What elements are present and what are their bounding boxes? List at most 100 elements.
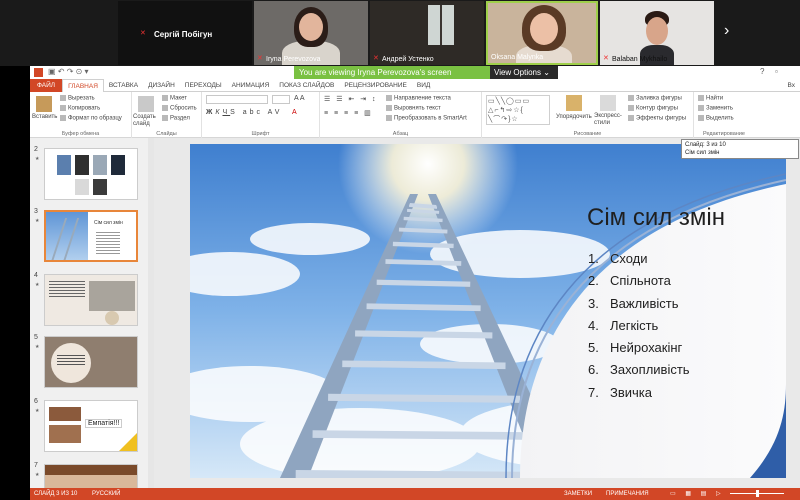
star-icon: ★ xyxy=(35,408,40,414)
tab-view[interactable]: ВИД xyxy=(412,79,435,92)
slide-counter: СЛАЙД 3 ИЗ 10 xyxy=(34,491,78,497)
arrange-icon xyxy=(566,95,582,111)
group-label: Шрифт xyxy=(251,131,270,137)
font-name-field[interactable] xyxy=(206,95,268,104)
slide-thumbnail-selected[interactable]: Сім сил змін xyxy=(44,210,138,262)
font-color-icon[interactable]: A xyxy=(292,109,297,116)
font-size-field[interactable] xyxy=(272,95,290,104)
new-slide-button[interactable]: Создать слайд xyxy=(133,114,161,128)
notes-button[interactable]: ЗАМЕТКИ xyxy=(564,488,592,500)
font-format-buttons[interactable]: ЖКЧS abc AV xyxy=(206,109,282,116)
participant-tile-active[interactable]: Oksana Malynka xyxy=(486,1,598,65)
quick-styles-button[interactable]: Экспресс-стили xyxy=(594,113,626,127)
participant-name: Сергій Побігун xyxy=(154,30,213,39)
list-buttons[interactable]: ☰ ☰ ⇤ ⇥ ↕ xyxy=(324,95,378,103)
tab-insert[interactable]: ВСТАВКА xyxy=(104,79,143,92)
reset-button[interactable]: Сбросить xyxy=(162,105,197,112)
signin-link[interactable]: Вх xyxy=(782,79,800,92)
thumbnail-title: Сім сил змін xyxy=(94,220,123,226)
next-participants-icon[interactable]: › xyxy=(724,22,729,40)
tab-transitions[interactable]: ПЕРЕХОДЫ xyxy=(180,79,227,92)
slide-list-item: 5. Нейрохакінг xyxy=(588,340,683,356)
drawing-group: ▭╲╲◯▭▭ △⌐↰⇨☆{╲⌒↷}☆ Упорядочить Экспресс-с… xyxy=(482,92,694,138)
format-painter-button[interactable]: Формат по образцу xyxy=(60,115,122,122)
tab-review[interactable]: РЕЦЕНЗИРОВАНИЕ xyxy=(339,79,412,92)
tab-home[interactable]: ГЛАВНАЯ xyxy=(62,78,104,92)
find-button[interactable]: Найти xyxy=(698,95,723,102)
slide-background-image xyxy=(190,144,786,478)
tooltip-line: Слайд: 3 из 10 xyxy=(685,142,726,148)
thumbnail-number: 4 xyxy=(34,272,38,279)
slide-bullet-list[interactable]: 1. Сходи 2. Спільнота 3. Важливість 4. Легкість… xyxy=(588,251,690,407)
paste-button[interactable]: Вставить xyxy=(32,114,57,120)
shape-outline-button[interactable]: Контур фигуры xyxy=(628,105,678,112)
text-direction-button[interactable]: Направление текста xyxy=(386,95,451,102)
quick-access-toolbar[interactable]: ▣ ↶ ↷ ⊙ ▾ xyxy=(48,67,89,76)
tab-animations[interactable]: АНИМАЦИЯ xyxy=(227,79,275,92)
slide-thumbnail[interactable]: Емпатія!!! xyxy=(44,400,138,452)
slide-thumbnail[interactable] xyxy=(44,336,138,388)
language-indicator[interactable]: РУССКИЙ xyxy=(92,488,120,500)
replace-icon xyxy=(698,105,704,111)
star-icon: ★ xyxy=(35,218,40,224)
participant-tile[interactable]: ✕ Balaban Mykhailo xyxy=(600,1,714,65)
shape-effects-button[interactable]: Эффекты фигуры xyxy=(628,115,686,122)
tab-slideshow[interactable]: ПОКАЗ СЛАЙДОВ xyxy=(274,79,339,92)
video-call-window: ✕ Сергій Побігун ✕ Iryna Perevozova ✕ Ан… xyxy=(0,0,800,500)
thumbnail-number: 2 xyxy=(34,146,38,153)
layout-button[interactable]: Макет xyxy=(162,95,187,102)
current-slide[interactable]: Сім сил змін 1. Сходи 2. Спільнота 3. Важливі… xyxy=(190,144,786,478)
group-label: Слайды xyxy=(156,131,177,137)
reset-icon xyxy=(162,105,168,111)
font-grow-icon[interactable]: A A xyxy=(294,95,305,102)
quick-styles-icon xyxy=(600,95,616,111)
section-icon xyxy=(162,115,168,121)
smartart-button[interactable]: Преобразовать в SmartArt xyxy=(386,115,467,122)
search-icon xyxy=(698,95,704,101)
shape-fill-button[interactable]: Заливка фигуры xyxy=(628,95,682,102)
align-buttons[interactable]: ≡ ≡ ≡ ≡ ▥ xyxy=(324,109,373,117)
select-button[interactable]: Выделить xyxy=(698,115,734,122)
participant-tile[interactable]: ✕ Андрей Устенко xyxy=(370,1,484,65)
tab-design[interactable]: ДИЗАЙН xyxy=(143,79,180,92)
smartart-icon xyxy=(386,115,392,121)
view-buttons[interactable]: ▭ ▦ ▤ ▷ xyxy=(670,488,725,500)
section-button[interactable]: Раздел xyxy=(162,115,190,122)
copy-button[interactable]: Копировать xyxy=(60,105,100,112)
group-label: Буфер обмена xyxy=(61,131,100,137)
participant-tile[interactable]: ✕ Сергій Побігун xyxy=(118,1,252,65)
zoom-slider-thumb[interactable] xyxy=(756,490,759,497)
slide-thumbnail[interactable] xyxy=(44,464,138,488)
align-text-icon xyxy=(386,105,392,111)
tab-file[interactable]: ФАЙЛ xyxy=(30,78,63,92)
help-icon[interactable]: ? xyxy=(760,67,764,76)
view-options-button[interactable]: View Options ⌄ xyxy=(490,66,558,79)
slide-edit-area: Сім сил змін 1. Сходи 2. Спільнота 3. Важливі… xyxy=(154,138,800,488)
effects-icon xyxy=(628,115,634,121)
restore-icon[interactable]: ▫ xyxy=(775,67,778,76)
text-direction-icon xyxy=(386,95,392,101)
cut-button[interactable]: Вырезать xyxy=(60,95,95,102)
comments-button[interactable]: ПРИМЕЧАНИЯ xyxy=(606,488,649,500)
align-text-button[interactable]: Выровнять текст xyxy=(386,105,441,112)
shapes-gallery[interactable]: ▭╲╲◯▭▭ △⌐↰⇨☆{╲⌒↷}☆ xyxy=(486,95,550,125)
powerpoint-window: ▣ ↶ ↷ ⊙ ▾ ? ▫ ФАЙЛ ГЛАВНАЯ ВСТАВКА ДИЗАЙ… xyxy=(30,66,800,500)
slide-title[interactable]: Сім сил змін xyxy=(587,204,725,232)
arrange-button[interactable]: Упорядочить xyxy=(556,114,592,120)
replace-button[interactable]: Заменить xyxy=(698,105,733,112)
slide-thumbnails-pane[interactable]: 2 ★ 3 ★ Сім сил змін 4 ★ 5 ★ 6 ★ Емпатія… xyxy=(30,138,152,488)
font-group: A A ЖКЧS abc AV A Шрифт xyxy=(202,92,320,138)
group-label: Абзац xyxy=(392,131,409,137)
star-icon: ★ xyxy=(35,472,40,478)
paragraph-group: ☰ ☰ ⇤ ⇥ ↕ ≡ ≡ ≡ ≡ ▥ Направление текста В… xyxy=(320,92,482,138)
star-icon: ★ xyxy=(35,156,40,162)
paste-icon xyxy=(36,96,52,112)
group-label: Рисование xyxy=(573,131,602,137)
slide-thumbnail[interactable] xyxy=(44,274,138,326)
group-label: Редактирование xyxy=(703,131,745,137)
slide-list-item: 1. Сходи xyxy=(588,251,648,266)
star-icon: ★ xyxy=(35,282,40,288)
editing-group: Найти Заменить Выделить Редактирование xyxy=(694,92,754,138)
slide-thumbnail[interactable] xyxy=(44,148,138,200)
participant-tile[interactable]: ✕ Iryna Perevozova xyxy=(254,1,368,65)
